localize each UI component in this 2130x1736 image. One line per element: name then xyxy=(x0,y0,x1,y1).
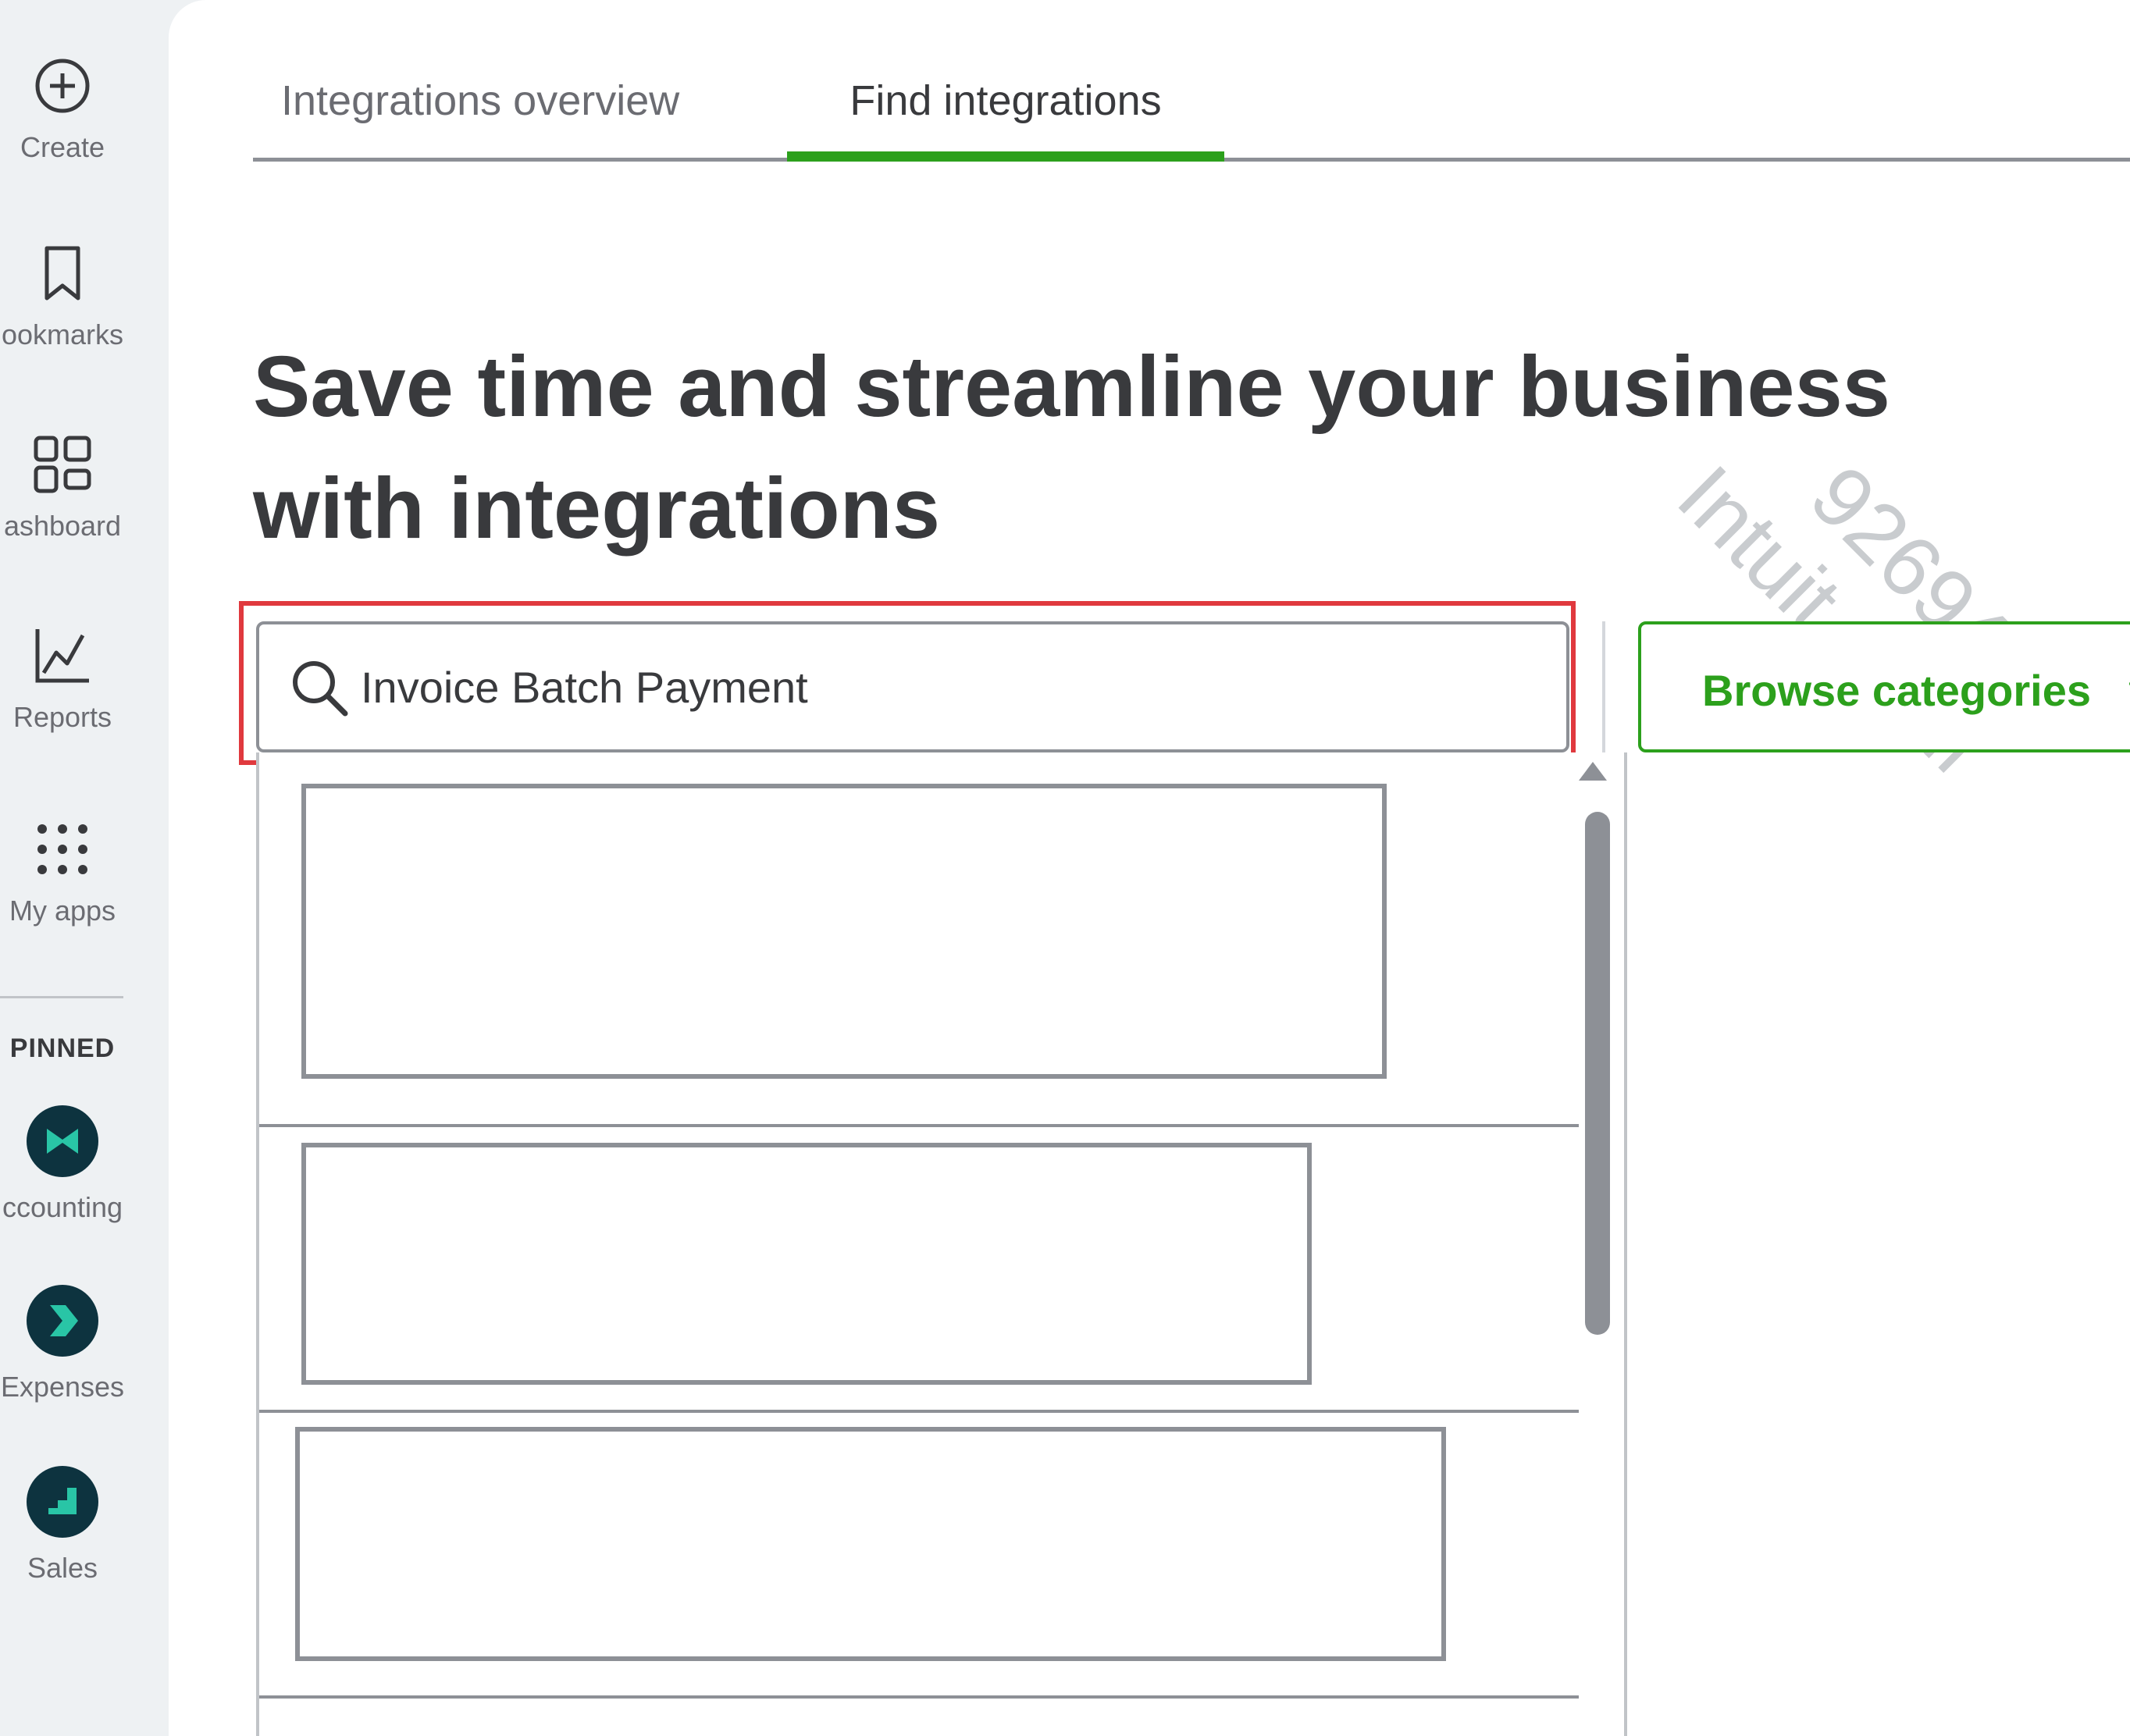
pinned-section-label: PINNED xyxy=(9,1033,116,1063)
pinned-item-expenses[interactable]: Expenses xyxy=(0,1285,125,1403)
page-title: Save time and streamline your business w… xyxy=(253,326,2049,570)
left-nav: Create ookmarks ashboard Reports My apps… xyxy=(0,0,169,1736)
nav-item-label: My apps xyxy=(9,895,116,927)
tab-bar: Integrations overview Find integrations xyxy=(253,47,2130,162)
search-result-item[interactable] xyxy=(259,752,1579,1127)
chevron-down-icon xyxy=(2129,681,2130,686)
nav-item-label: ashboard xyxy=(3,510,122,542)
search-result-item[interactable] xyxy=(259,1699,1579,1736)
nav-item-label: Reports xyxy=(12,701,112,733)
nav-item-label: Sales xyxy=(27,1552,98,1584)
sales-icon xyxy=(27,1466,98,1538)
active-tab-indicator xyxy=(787,151,1224,162)
nav-item-label: Expenses xyxy=(0,1371,125,1403)
pinned-item-accounting[interactable]: ccounting xyxy=(0,1105,125,1224)
dashboard-icon xyxy=(34,436,91,493)
page-title-line-1: Save time and streamline your business xyxy=(253,339,1890,435)
nav-item-create[interactable]: Create xyxy=(0,55,125,164)
plus-circle-icon xyxy=(35,59,90,113)
nav-divider xyxy=(0,996,123,998)
accounting-icon xyxy=(27,1105,98,1177)
search-input[interactable] xyxy=(361,648,1532,726)
search-icon xyxy=(293,661,348,717)
scroll-up-arrow[interactable] xyxy=(1579,762,1607,781)
bookmark-icon xyxy=(45,246,80,301)
tab-find-integrations[interactable]: Find integrations xyxy=(787,47,1224,162)
pinned-item-sales[interactable]: Sales xyxy=(0,1466,125,1585)
search-result-item[interactable] xyxy=(259,1127,1579,1413)
nav-item-label: ccounting xyxy=(2,1191,123,1223)
nav-item-label: ookmarks xyxy=(1,318,124,350)
search-separator xyxy=(1602,621,1605,752)
expenses-icon xyxy=(27,1285,98,1357)
chart-icon xyxy=(35,629,89,683)
search-result-item[interactable] xyxy=(259,1413,1579,1699)
redacted-result-content xyxy=(301,1143,1312,1385)
apps-grid-icon xyxy=(37,824,87,874)
redacted-result-content xyxy=(301,784,1387,1079)
browse-categories-label: Browse categories xyxy=(1702,666,2091,715)
nav-item-label: Create xyxy=(20,131,105,163)
page-title-line-2: with integrations xyxy=(253,461,940,557)
nav-item-bookmarks[interactable]: ookmarks xyxy=(0,242,125,351)
nav-item-reports[interactable]: Reports xyxy=(0,624,125,734)
browse-categories-button[interactable]: Browse categories xyxy=(1638,621,2130,752)
tab-integrations-overview[interactable]: Integrations overview xyxy=(281,47,679,158)
redacted-result-content xyxy=(295,1427,1446,1661)
search-field[interactable] xyxy=(256,621,1569,752)
search-results-dropdown xyxy=(256,752,1627,1736)
tab-label: Find integrations xyxy=(850,77,1162,124)
nav-item-dashboard[interactable]: ashboard xyxy=(0,433,125,542)
scrollbar-thumb[interactable] xyxy=(1585,812,1610,1335)
nav-item-my-apps[interactable]: My apps xyxy=(0,818,125,927)
main-panel: Integrations overview Find integrations … xyxy=(169,0,2130,1736)
